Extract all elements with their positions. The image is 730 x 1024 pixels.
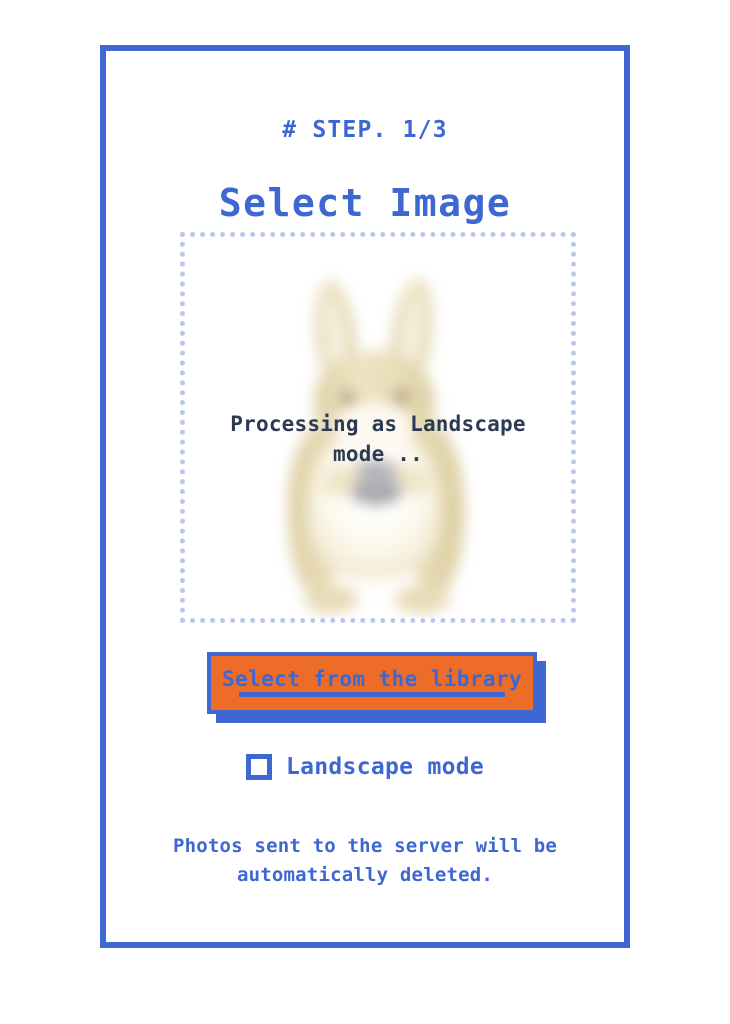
select-from-library-button[interactable]: Select from the library <box>207 652 537 714</box>
app-frame: # STEP. 1/3 Select Image Processing as L… <box>100 45 630 948</box>
button-underline-decoration <box>239 692 505 697</box>
step-indicator: # STEP. 1/3 <box>282 117 448 143</box>
page-title: Select Image <box>218 181 512 226</box>
privacy-note: Photos sent to the server will be automa… <box>172 835 558 886</box>
app-frame-inner: # STEP. 1/3 Select Image Processing as L… <box>106 51 624 942</box>
landscape-mode-checkbox[interactable] <box>245 754 272 780</box>
select-from-library-label: Select from the library <box>222 666 522 691</box>
landscape-mode-option[interactable]: Landscape mode <box>106 754 624 780</box>
processing-status-text: Processing as Landscape mode .. <box>230 412 526 467</box>
landscape-mode-label: Landscape mode <box>285 753 485 780</box>
image-preview-dropzone[interactable]: Processing as Landscape mode .. <box>180 232 576 623</box>
